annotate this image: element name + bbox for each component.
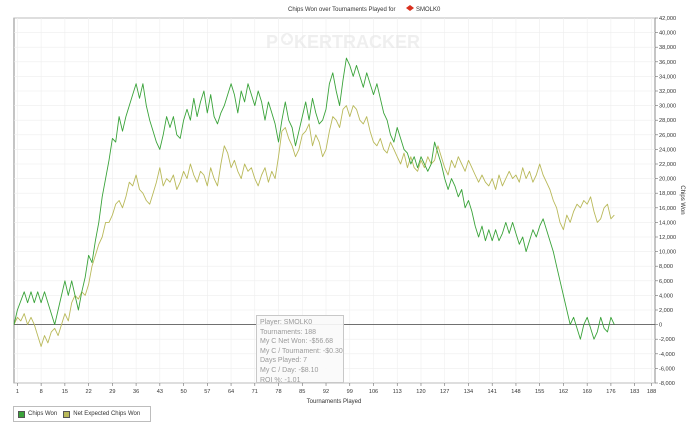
y-tick-label: 0 <box>659 323 662 329</box>
watermark-rest: KERTRACKER <box>294 32 420 52</box>
x-tick-label: 127 <box>440 389 449 395</box>
legend-item-chips-won[interactable]: Chips Won <box>18 410 58 418</box>
y-tick-label: 28,000 <box>659 118 676 124</box>
x-tick-label: 162 <box>559 389 568 395</box>
legend-label-chips-won: Chips Won <box>28 411 58 417</box>
y-axis-label: Chips Won <box>679 185 685 214</box>
y-tick-label: 36,000 <box>659 60 676 66</box>
chart-legend: Chips Won Net Expected Chips Won <box>13 406 152 422</box>
y-tick-label: 12,000 <box>659 235 676 241</box>
x-tick-label: 64 <box>228 389 234 395</box>
y-tick-label: 2,000 <box>659 308 673 314</box>
y-tick-label: 38,000 <box>659 45 676 51</box>
chart-title: Chips Won over Tournaments Played for <box>288 7 396 13</box>
y-tick-label: 32,000 <box>659 89 676 95</box>
y-tick-label: 34,000 <box>659 74 676 80</box>
x-tick-label: 134 <box>464 389 473 395</box>
x-axis-label: Tournaments Played <box>307 399 362 405</box>
y-tick-label: 26,000 <box>659 133 676 139</box>
x-tick-label: 183 <box>630 389 639 395</box>
x-tick-label: 85 <box>299 389 305 395</box>
x-tick-label: 1 <box>16 389 19 395</box>
y-tick-label: -4,000 <box>659 352 675 358</box>
x-tick-label: 141 <box>488 389 497 395</box>
x-tick-label: 176 <box>606 389 615 395</box>
stats-roi: ROI %: -1.01 <box>260 376 301 384</box>
y-tick-label: 22,000 <box>659 162 676 168</box>
y-tick-label: 10,000 <box>659 250 676 256</box>
legend-swatch-expected <box>63 410 71 418</box>
x-tick-label: 8 <box>40 389 43 395</box>
stats-tournaments: Tournaments: 188 <box>260 328 317 336</box>
x-tick-label: 106 <box>369 389 378 395</box>
stats-net-won: My C Net Won: -$56.68 <box>260 338 334 346</box>
x-tick-label: 43 <box>157 389 163 395</box>
x-tick-label: 29 <box>109 389 115 395</box>
legend-swatch-chips-won <box>18 410 25 418</box>
x-tick-label: 169 <box>582 389 591 395</box>
x-tick-label: 15 <box>62 389 68 395</box>
stats-days-played: Days Played: 7 <box>260 357 308 365</box>
x-tick-label: 22 <box>85 389 91 395</box>
stats-tooltip: Player: SMOLK0 Tournaments: 188 My C Net… <box>256 315 344 384</box>
x-tick-label: 148 <box>511 389 520 395</box>
y-tick-label: -2,000 <box>659 337 675 343</box>
y-tick-label: 14,000 <box>659 220 676 226</box>
chart-title-player: SMOLK0 <box>416 7 441 13</box>
x-tick-label: 36 <box>133 389 139 395</box>
x-tick-label: 188 <box>647 389 656 395</box>
watermark-left: P <box>266 32 278 52</box>
y-tick-label: 20,000 <box>659 177 676 183</box>
y-tick-label: 8,000 <box>659 264 673 270</box>
y-tick-label: 42,000 <box>659 16 676 22</box>
x-tick-label: 99 <box>347 389 353 395</box>
x-tick-label: 155 <box>535 389 544 395</box>
x-tick-label: 57 <box>204 389 210 395</box>
legend-item-expected[interactable]: Net Expected Chips Won <box>63 410 141 418</box>
y-tick-label: -6,000 <box>659 366 675 372</box>
y-tick-label: 6,000 <box>659 279 673 285</box>
x-tick-label: 92 <box>323 389 329 395</box>
player-flag-icon <box>406 5 414 11</box>
chart: Chips Won over Tournaments Played for SM… <box>13 5 685 405</box>
y-tick-label: -8,000 <box>659 381 675 387</box>
y-tick-label: 30,000 <box>659 104 676 110</box>
y-tick-label: 18,000 <box>659 191 676 197</box>
stats-per-day: My C / Day: -$8.10 <box>260 366 319 374</box>
x-tick-label: 78 <box>275 389 281 395</box>
y-axis-ticks: -8,000 -6,000 -4,000 -2,000 0 2,000 4,000 6,000… <box>655 16 676 387</box>
stats-player: Player: SMOLK0 <box>260 319 313 326</box>
y-tick-label: 4,000 <box>659 293 673 299</box>
y-tick-label: 16,000 <box>659 206 676 212</box>
legend-label-expected: Net Expected Chips Won <box>73 411 141 417</box>
stats-per-tournament: My C / Tournament: -$0.30 <box>260 347 343 355</box>
x-tick-label: 113 <box>393 389 402 395</box>
x-tick-label: 120 <box>416 389 425 395</box>
x-tick-label: 50 <box>180 389 186 395</box>
y-tick-label: 24,000 <box>659 147 676 153</box>
y-tick-label: 40,000 <box>659 31 676 37</box>
spade-icon <box>281 33 293 45</box>
x-tick-label: 71 <box>252 389 258 395</box>
